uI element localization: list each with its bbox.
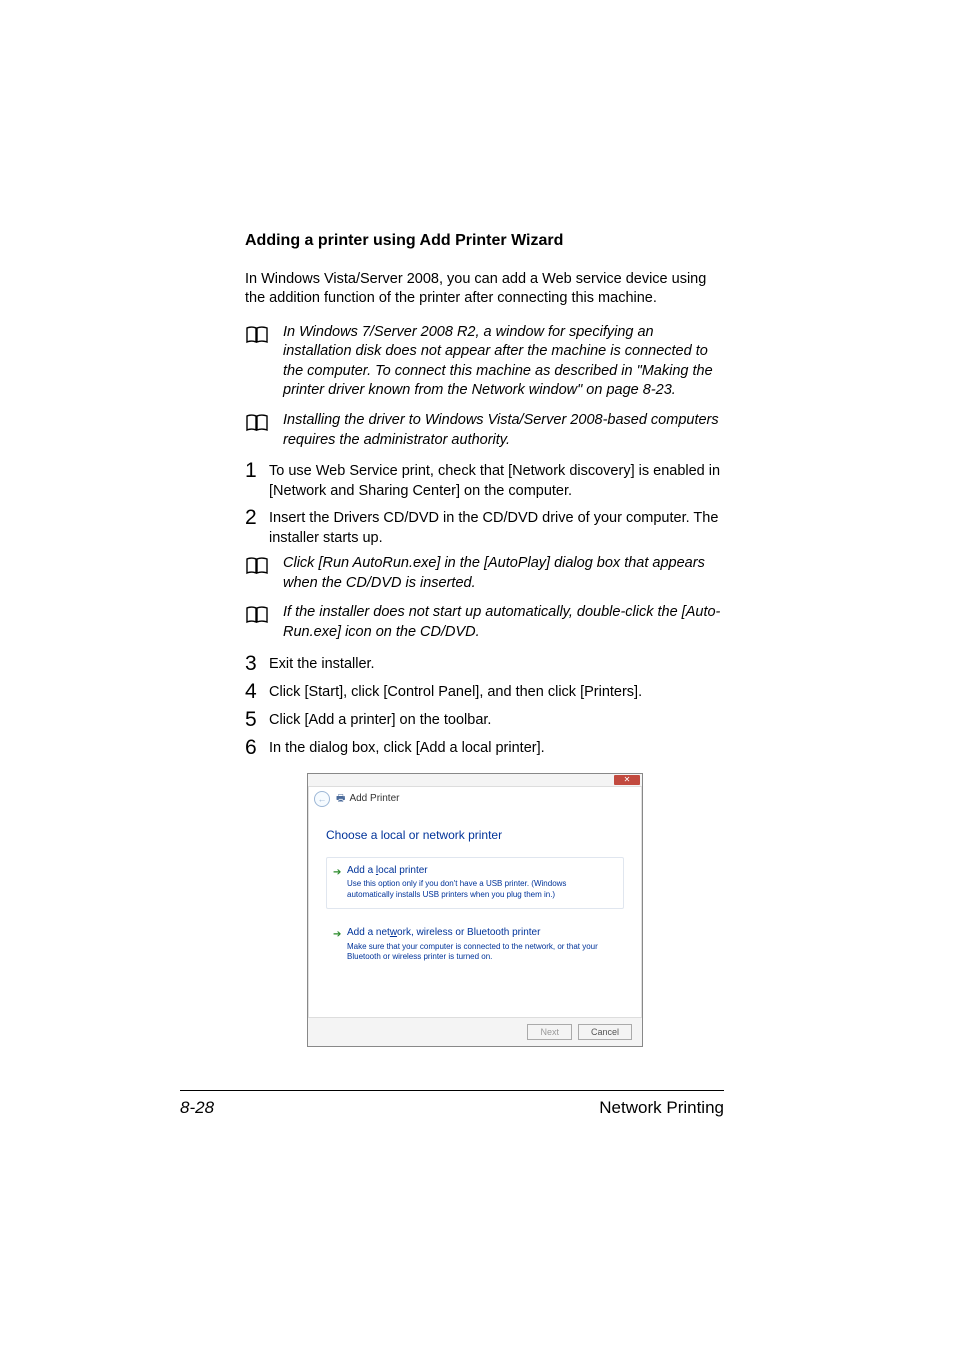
option-add-local-printer[interactable]: ➔ Add a local printer Use this option on… bbox=[326, 857, 624, 909]
section-heading: Adding a printer using Add Printer Wizar… bbox=[245, 230, 724, 252]
step-text: Exit the installer. bbox=[269, 653, 724, 675]
step-number: 4 bbox=[245, 681, 269, 703]
step-text: To use Web Service print, check that [Ne… bbox=[269, 460, 724, 501]
intro-paragraph: In Windows Vista/Server 2008, you can ad… bbox=[245, 270, 724, 309]
option-description: Make sure that your computer is connecte… bbox=[347, 942, 613, 963]
option-description: Use this option only if you don't have a… bbox=[347, 879, 613, 900]
option-title: Add a network, wireless or Bluetooth pri… bbox=[347, 926, 613, 940]
step-number: 5 bbox=[245, 709, 269, 731]
note-1: In Windows 7/Server 2008 R2, a window fo… bbox=[245, 323, 724, 401]
back-icon[interactable]: ← bbox=[314, 791, 330, 807]
page-footer: 8-28 Network Printing bbox=[180, 1090, 724, 1120]
footer-section-title: Network Printing bbox=[599, 1097, 724, 1120]
next-button[interactable]: Next bbox=[527, 1024, 572, 1040]
note-book-icon bbox=[245, 556, 269, 583]
dialog-prompt: Choose a local or network printer bbox=[326, 827, 624, 843]
step-number: 6 bbox=[245, 737, 269, 759]
step-text: In the dialog box, click [Add a local pr… bbox=[269, 737, 724, 759]
note-book-icon bbox=[245, 605, 269, 632]
note-text: In Windows 7/Server 2008 R2, a window fo… bbox=[283, 323, 724, 401]
step-6: 6 In the dialog box, click [Add a local … bbox=[245, 737, 724, 759]
dialog-titlebar: ✕ bbox=[308, 774, 642, 787]
note-4: If the installer does not start up autom… bbox=[245, 603, 724, 642]
note-text: If the installer does not start up autom… bbox=[283, 603, 724, 642]
arrow-right-icon: ➔ bbox=[333, 866, 341, 880]
step-4: 4 Click [Start], click [Control Panel], … bbox=[245, 681, 724, 703]
note-text: Installing the driver to Windows Vista/S… bbox=[283, 411, 724, 450]
add-printer-dialog: ✕ ← 🖶 Add Printer Choose a local or netw… bbox=[307, 773, 643, 1048]
note-2: Installing the driver to Windows Vista/S… bbox=[245, 411, 724, 450]
close-icon[interactable]: ✕ bbox=[614, 775, 640, 785]
step-2: 2 Insert the Drivers CD/DVD in the CD/DV… bbox=[245, 507, 724, 548]
note-text: Click [Run AutoRun.exe] in the [AutoPlay… bbox=[283, 554, 724, 593]
arrow-right-icon: ➔ bbox=[333, 928, 341, 942]
step-number: 2 bbox=[245, 507, 269, 529]
note-3: Click [Run AutoRun.exe] in the [AutoPlay… bbox=[245, 554, 724, 593]
step-5: 5 Click [Add a printer] on the toolbar. bbox=[245, 709, 724, 731]
dialog-title: Add Printer bbox=[349, 792, 399, 806]
step-text: Insert the Drivers CD/DVD in the CD/DVD … bbox=[269, 507, 724, 548]
step-1: 1 To use Web Service print, check that [… bbox=[245, 460, 724, 501]
page-number: 8-28 bbox=[180, 1097, 214, 1120]
dialog-footer: Next Cancel bbox=[308, 1017, 642, 1046]
note-book-icon bbox=[245, 325, 269, 352]
step-number: 1 bbox=[245, 460, 269, 482]
step-number: 3 bbox=[245, 653, 269, 675]
option-title: Add a local printer bbox=[347, 864, 613, 878]
dialog-breadcrumb: ← 🖶 Add Printer bbox=[308, 787, 642, 811]
cancel-button[interactable]: Cancel bbox=[578, 1024, 632, 1040]
step-3: 3 Exit the installer. bbox=[245, 653, 724, 675]
step-text: Click [Start], click [Control Panel], an… bbox=[269, 681, 724, 703]
step-text: Click [Add a printer] on the toolbar. bbox=[269, 709, 724, 731]
note-book-icon bbox=[245, 413, 269, 440]
option-add-network-printer[interactable]: ➔ Add a network, wireless or Bluetooth p… bbox=[326, 919, 624, 971]
printer-icon: 🖶 bbox=[336, 792, 345, 806]
